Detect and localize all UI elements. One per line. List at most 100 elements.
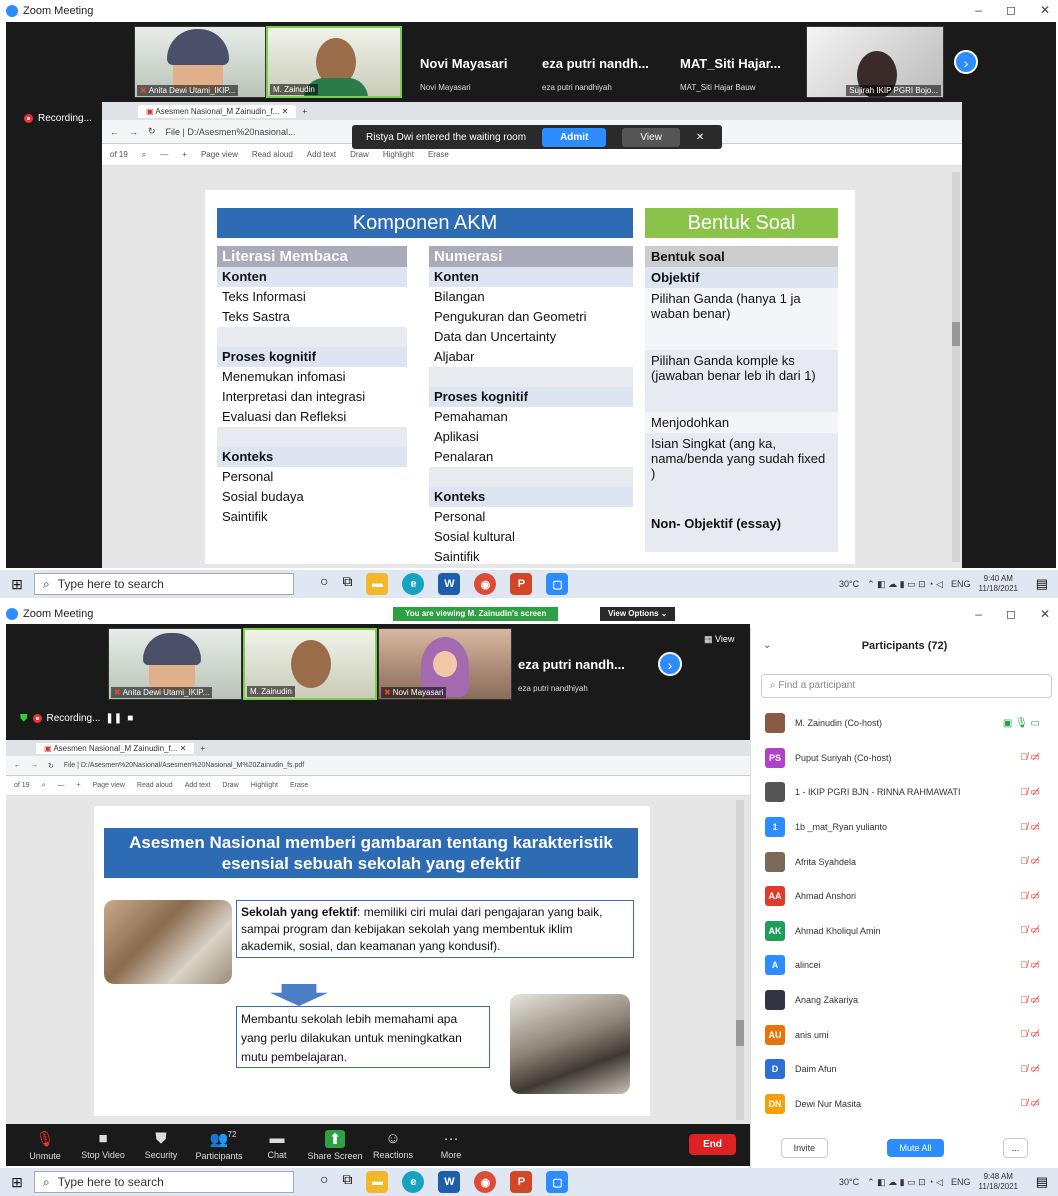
notification-icon[interactable]: ▤ — [1036, 576, 1048, 592]
participant-status-icons[interactable]: ▣ 🎙 ▭ — [1003, 718, 1040, 729]
refresh-icon[interactable]: ↻ — [148, 126, 156, 137]
more-button[interactable]: ··· More — [422, 1130, 480, 1161]
video-tile-active-speaker[interactable]: M. Zainudin — [243, 628, 377, 700]
video-tile[interactable]: ✖ Anita Dewi Utami_IKIP... — [108, 628, 242, 700]
highlight-button[interactable]: Highlight — [251, 782, 278, 789]
participant-status-icons[interactable]: 🎙̸ ▭̸ — [1020, 752, 1040, 763]
participant-status-icons[interactable]: 🎙̸ ▭̸ — [1020, 995, 1040, 1006]
participant-item[interactable]: 1 1b _mat_Ryan yulianto 🎙̸ ▭̸ — [751, 810, 1058, 845]
participant-item[interactable]: AU anis umi 🎙̸ ▭̸ — [751, 1017, 1058, 1052]
windows-start-icon[interactable]: ⊞ — [0, 1174, 34, 1191]
scrollbar[interactable] — [736, 800, 744, 1120]
powerpoint-icon[interactable]: P — [510, 1171, 533, 1193]
close-button[interactable]: ✕ — [1040, 3, 1050, 17]
video-tile-active-speaker[interactable]: M. Zainudin — [266, 26, 402, 98]
next-page-icon[interactable]: › — [658, 652, 682, 676]
participant-search-input[interactable]: ⌕ Find a participant — [761, 674, 1052, 698]
participant-status-icons[interactable]: 🎙̸ ▭̸ — [1020, 925, 1040, 936]
unmute-button[interactable]: 🎙 Unmute — [16, 1130, 74, 1161]
forward-icon[interactable]: → — [31, 762, 38, 769]
participant-item[interactable]: AA Ahmad Anshori 🎙̸ ▭̸ — [751, 879, 1058, 914]
participant-status-icons[interactable]: 🎙̸ ▭̸ — [1020, 1029, 1040, 1040]
windows-start-icon[interactable]: ⊞ — [0, 576, 34, 593]
participant-status-icons[interactable]: 🎙̸ ▭̸ — [1020, 856, 1040, 867]
participant-item[interactable]: M. Zainudin (Co-host) ▣ 🎙 ▭ — [751, 706, 1058, 741]
back-icon[interactable]: ← — [14, 762, 21, 769]
participant-item[interactable]: AK Ahmad Kholiqul Amin 🎙̸ ▭̸ — [751, 914, 1058, 949]
tray-icons[interactable]: ⌃ ◧ ☁ ▮ ▭ ⊡ ◔ ◁ — [867, 1177, 943, 1188]
minimize-button[interactable]: – — [975, 607, 982, 621]
chat-button[interactable]: ▬ Chat — [248, 1130, 306, 1161]
maximize-button[interactable]: ◻ — [1006, 607, 1016, 621]
participant-status-icons[interactable]: 🎙̸ ▭̸ — [1020, 787, 1040, 798]
video-tile[interactable]: ✖ Novi Mayasari — [378, 628, 512, 700]
new-tab-button[interactable]: + — [302, 107, 307, 116]
task-view-icon[interactable]: ⧉ — [342, 1171, 352, 1193]
participant-item[interactable]: DN Dewi Nur Masita 🎙̸ ▭̸ — [751, 1087, 1058, 1122]
video-tile[interactable]: Sujirah IKIP PGRI Bojo... — [806, 26, 944, 98]
draw-button[interactable]: Draw — [222, 782, 238, 789]
cortana-icon[interactable]: ○ — [320, 573, 328, 595]
tab-pdf[interactable]: ▣ Asesmen Nasional_M Zainudin_f... ✕ — [138, 104, 297, 118]
participant-status-icons[interactable]: 🎙̸ ▭̸ — [1020, 960, 1040, 971]
page-view-button[interactable]: Page view — [93, 782, 125, 789]
search-icon[interactable]: ⌕ — [42, 782, 46, 790]
view-button[interactable]: ▦ View — [704, 634, 734, 645]
edge-icon[interactable]: e — [402, 573, 425, 595]
erase-button[interactable]: Erase — [290, 782, 308, 789]
participant-item[interactable]: Anang Zakariya 🎙̸ ▭̸ — [751, 983, 1058, 1018]
pause-recording-icon[interactable]: ❚❚ — [105, 713, 122, 724]
task-view-icon[interactable]: ⧉ — [342, 573, 352, 595]
name-tile[interactable]: Novi Mayasari Novi Mayasari — [420, 56, 507, 92]
zoom-out-button[interactable]: — — [58, 782, 65, 789]
zoom-in-button[interactable]: + — [77, 782, 81, 789]
read-aloud-button[interactable]: Read aloud — [137, 782, 173, 789]
recording-indicator[interactable]: ⛊ Recording... ❚❚ ■ — [20, 713, 133, 724]
participant-status-icons[interactable]: 🎙̸ ▭̸ — [1020, 891, 1040, 902]
stop-video-button[interactable]: ■ Stop Video — [74, 1130, 132, 1161]
page-view-button[interactable]: Page view — [201, 150, 238, 159]
clock[interactable]: 9:48 AM 11/18/2021 — [979, 1172, 1018, 1192]
chrome-icon[interactable]: ◉ — [474, 573, 497, 595]
participant-status-icons[interactable]: 🎙̸ ▭̸ — [1020, 1098, 1040, 1109]
participant-status-icons[interactable]: 🎙̸ ▭̸ — [1020, 1064, 1040, 1075]
next-page-icon[interactable]: › — [954, 50, 978, 74]
powerpoint-icon[interactable]: P — [510, 573, 533, 595]
video-tile[interactable]: ✖ Anita Dewi Utami_IKIP... — [134, 26, 266, 98]
back-icon[interactable]: ← — [110, 127, 119, 137]
taskbar-search[interactable]: ⌕ Type here to search — [34, 573, 294, 595]
highlight-button[interactable]: Highlight — [383, 150, 414, 159]
share-screen-button[interactable]: ⬆ Share Screen — [306, 1129, 364, 1161]
forward-icon[interactable]: → — [129, 127, 138, 137]
minimize-button[interactable]: – — [975, 3, 982, 17]
more-options-button[interactable]: ... — [1002, 1138, 1029, 1158]
new-tab-button[interactable]: + — [200, 744, 205, 753]
maximize-button[interactable]: ◻ — [1006, 3, 1016, 17]
zoom-in-button[interactable]: + — [182, 150, 187, 159]
recording-indicator[interactable]: Recording... — [24, 113, 92, 124]
close-button[interactable]: ✕ — [1040, 607, 1050, 621]
reactions-button[interactable]: ☺ Reactions — [364, 1130, 422, 1161]
zoom-taskbar-icon[interactable]: ▢ — [546, 1171, 569, 1193]
invite-button[interactable]: Invite — [780, 1138, 829, 1158]
participants-button[interactable]: 👥 72 Participants — [190, 1130, 248, 1161]
file-explorer-icon[interactable]: ▬ — [366, 1171, 389, 1193]
scrollbar[interactable] — [952, 172, 960, 562]
address-bar[interactable]: ← → ↻ File | D:/Asesmen%20Nasional/Asesm… — [6, 756, 750, 776]
add-text-button[interactable]: Add text — [185, 782, 211, 789]
name-tile[interactable]: MAT_Siti Hajar... MAT_Siti Hajar Bauw — [680, 56, 781, 92]
admit-button[interactable]: Admit — [542, 127, 607, 147]
erase-button[interactable]: Erase — [428, 150, 449, 159]
tray-icons[interactable]: ⌃ ◧ ☁ ▮ ▭ ⊡ ◔ ◁ — [867, 579, 943, 590]
edge-icon[interactable]: e — [402, 1171, 425, 1193]
cortana-icon[interactable]: ○ — [320, 1171, 328, 1193]
notification-icon[interactable]: ▤ — [1036, 1174, 1048, 1190]
participant-item[interactable]: D Daim Afun 🎙̸ ▭̸ — [751, 1052, 1058, 1087]
participant-item[interactable]: 1 - IKIP PGRI BJN - RINNA RAHMAWATI 🎙̸ ▭̸ — [751, 775, 1058, 810]
taskbar-search[interactable]: ⌕ Type here to search — [34, 1171, 294, 1193]
view-button[interactable]: View — [622, 127, 680, 147]
word-icon[interactable]: W — [438, 1171, 461, 1193]
zoom-out-button[interactable]: — — [160, 150, 168, 159]
zoom-taskbar-icon[interactable]: ▢ — [546, 573, 569, 595]
language[interactable]: ENG — [951, 579, 971, 589]
